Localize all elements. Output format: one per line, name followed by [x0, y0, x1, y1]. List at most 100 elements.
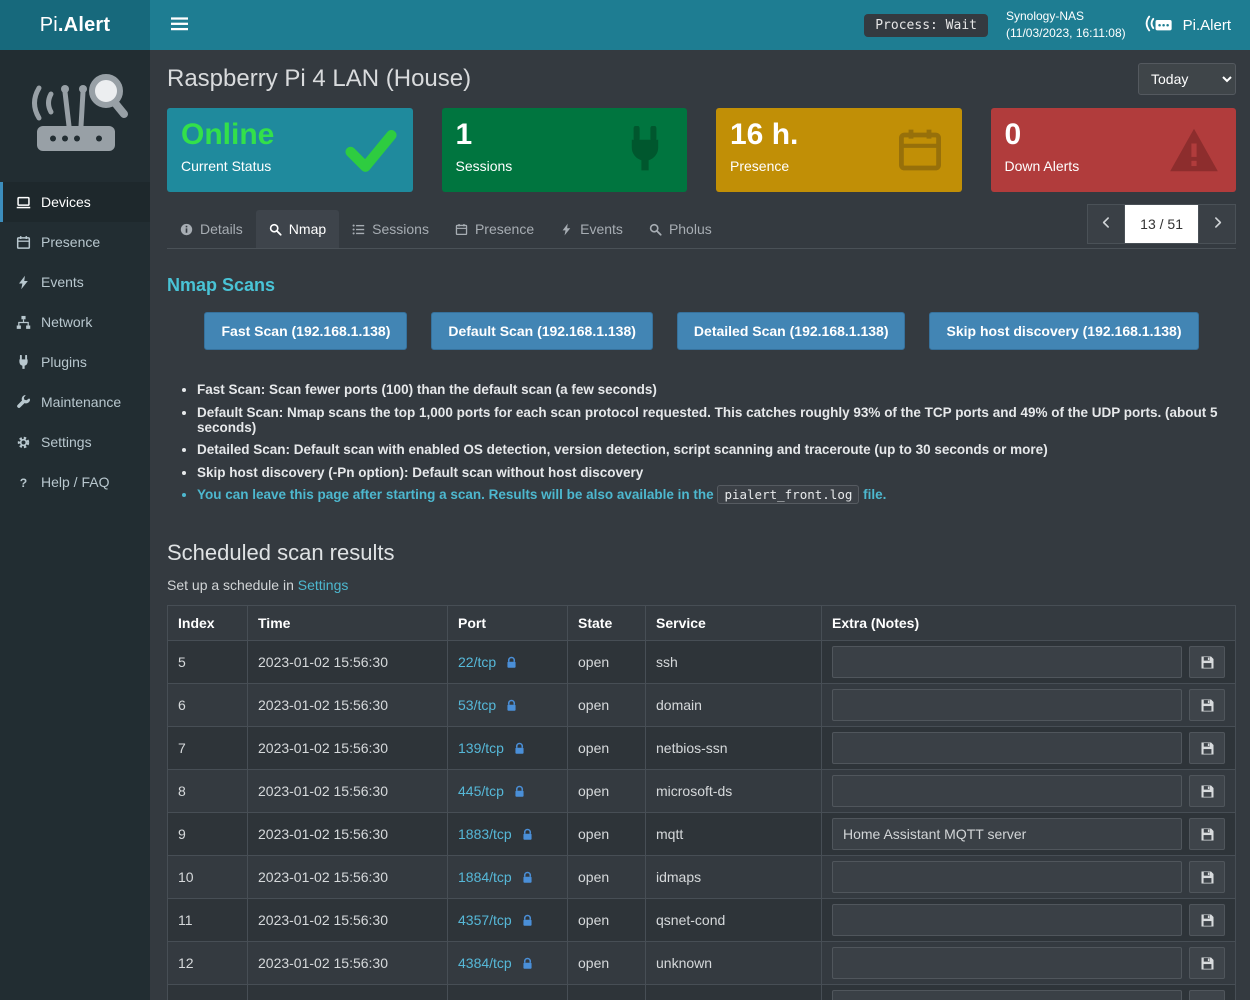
- port-link[interactable]: 4384/tcp: [458, 955, 512, 971]
- scan-result-row: 8 2023-01-02 15:56:30 445/tcp open micro…: [168, 770, 1236, 813]
- port-link[interactable]: 53/tcp: [458, 697, 496, 713]
- summary-box-presence: 16 h. Presence: [716, 108, 962, 192]
- tab-sessions[interactable]: Sessions: [339, 210, 442, 248]
- cell-service: idmaps: [646, 856, 822, 899]
- sidebar-toggle-button[interactable]: [165, 11, 194, 40]
- note-input[interactable]: [832, 861, 1182, 893]
- scan-result-row: 7 2023-01-02 15:56:30 139/tcp open netbi…: [168, 727, 1236, 770]
- port-link[interactable]: 4357/tcp: [458, 912, 512, 928]
- tab-presence[interactable]: Presence: [442, 210, 547, 248]
- cell-state: open: [568, 641, 646, 684]
- note-input[interactable]: [832, 732, 1182, 764]
- sidebar-item-events[interactable]: Events: [0, 262, 150, 302]
- port-link[interactable]: 445/tcp: [458, 783, 504, 799]
- cell-time: 2023-01-02 15:56:30: [248, 942, 448, 985]
- sidebar-item-plugins[interactable]: Plugins: [0, 342, 150, 382]
- sidebar-item-devices[interactable]: Devices: [0, 182, 150, 222]
- detailed-scan-button[interactable]: Detailed Scan (192.168.1.138): [677, 312, 906, 350]
- period-select[interactable]: Today: [1138, 63, 1236, 95]
- bolt-icon: [15, 275, 32, 290]
- note-input[interactable]: [832, 904, 1182, 936]
- save-note-button[interactable]: [1189, 818, 1225, 850]
- fast-scan-button[interactable]: Fast Scan (192.168.1.138): [204, 312, 407, 350]
- port-link[interactable]: 1883/tcp: [458, 826, 512, 842]
- sidebar-item-label: Settings: [41, 434, 92, 450]
- cell-service: unknown: [646, 942, 822, 985]
- save-note-button[interactable]: [1189, 775, 1225, 807]
- skip-host-discovery-button[interactable]: Skip host discovery (192.168.1.138): [929, 312, 1198, 350]
- scan-results-table: IndexTimePortStateServiceExtra (Notes) 5…: [167, 605, 1236, 1000]
- save-note-button[interactable]: [1189, 861, 1225, 893]
- column-header-time: Time: [248, 606, 448, 641]
- cell-time: 2023-01-02 15:56:30: [248, 684, 448, 727]
- chevron-right-icon: [1211, 216, 1224, 232]
- save-note-button[interactable]: [1189, 990, 1225, 1000]
- scan-result-row: 10 2023-01-02 15:56:30 1884/tcp open idm…: [168, 856, 1236, 899]
- sidebar-item-help-faq[interactable]: ? Help / FAQ: [0, 462, 150, 502]
- note-input[interactable]: [832, 646, 1182, 678]
- cell-port: 8123/tcp: [448, 985, 568, 1000]
- cell-index: 10: [168, 856, 248, 899]
- cell-time: 2023-01-02 15:56:30: [248, 727, 448, 770]
- note-input[interactable]: [832, 775, 1182, 807]
- sidebar-item-maintenance[interactable]: Maintenance: [0, 382, 150, 422]
- column-header-index: Index: [168, 606, 248, 641]
- search-icon: [269, 223, 282, 236]
- cell-state: open: [568, 856, 646, 899]
- calendar-icon: [455, 223, 468, 236]
- cell-extra: [822, 813, 1236, 856]
- cell-index: 9: [168, 813, 248, 856]
- cell-time: 2023-01-02 15:56:30: [248, 985, 448, 1000]
- save-note-button[interactable]: [1189, 904, 1225, 936]
- sidebar-item-label: Devices: [41, 194, 91, 210]
- cell-extra: [822, 770, 1236, 813]
- warning-icon: [1168, 126, 1220, 174]
- tab-label: Nmap: [289, 221, 326, 237]
- port-link[interactable]: 139/tcp: [458, 740, 504, 756]
- sidebar-item-presence[interactable]: Presence: [0, 222, 150, 262]
- calendar-icon: [894, 126, 946, 174]
- port-link[interactable]: 1884/tcp: [458, 869, 512, 885]
- cell-extra: [822, 942, 1236, 985]
- cell-extra: [822, 856, 1236, 899]
- note-input[interactable]: [832, 947, 1182, 979]
- cell-index: 8: [168, 770, 248, 813]
- brand-logo[interactable]: Pi.Alert: [0, 0, 150, 50]
- save-note-button[interactable]: [1189, 732, 1225, 764]
- save-note-button[interactable]: [1189, 947, 1225, 979]
- device-counter: 13 / 51: [1125, 204, 1198, 244]
- note-input[interactable]: [832, 990, 1182, 1000]
- cell-state: open: [568, 684, 646, 727]
- nas-name: Synology-NAS: [1006, 8, 1126, 25]
- plug-icon: [15, 355, 32, 370]
- cell-index: 7: [168, 727, 248, 770]
- sidebar-item-settings[interactable]: Settings: [0, 422, 150, 462]
- calendar-icon: [15, 235, 32, 250]
- sidebar-item-network[interactable]: Network: [0, 302, 150, 342]
- scan-buttons: Fast Scan (192.168.1.138) Default Scan (1…: [167, 312, 1236, 350]
- schedule-hint-text: Set up a schedule in: [167, 577, 294, 593]
- save-note-button[interactable]: [1189, 689, 1225, 721]
- user-menu[interactable]: Pi.Alert: [1144, 12, 1235, 39]
- tab-details[interactable]: Details: [167, 210, 256, 248]
- tab-events[interactable]: Events: [547, 210, 636, 248]
- port-link[interactable]: 22/tcp: [458, 654, 496, 670]
- question-icon: ?: [15, 475, 32, 490]
- prev-device-button[interactable]: [1087, 204, 1125, 244]
- nmap-heading: Nmap Scans: [167, 275, 1236, 296]
- save-note-button[interactable]: [1189, 646, 1225, 678]
- next-device-button[interactable]: [1198, 204, 1236, 244]
- sidebar-menu: Devices Presence Events Network Plugins …: [0, 182, 150, 502]
- default-scan-button[interactable]: Default Scan (192.168.1.138): [431, 312, 653, 350]
- gear-icon: [15, 435, 32, 450]
- tab-pholus[interactable]: Pholus: [636, 210, 725, 248]
- bolt-icon: [560, 223, 573, 236]
- lock-icon: [521, 914, 534, 927]
- tabs: Details Nmap Sessions Presence Events Ph…: [167, 210, 725, 248]
- note-input[interactable]: [832, 689, 1182, 721]
- process-status-badge: Process: Wait: [864, 14, 988, 37]
- note-input[interactable]: [832, 818, 1182, 850]
- cell-time: 2023-01-02 15:56:30: [248, 770, 448, 813]
- tab-nmap[interactable]: Nmap: [256, 210, 339, 248]
- settings-link[interactable]: Settings: [298, 577, 349, 593]
